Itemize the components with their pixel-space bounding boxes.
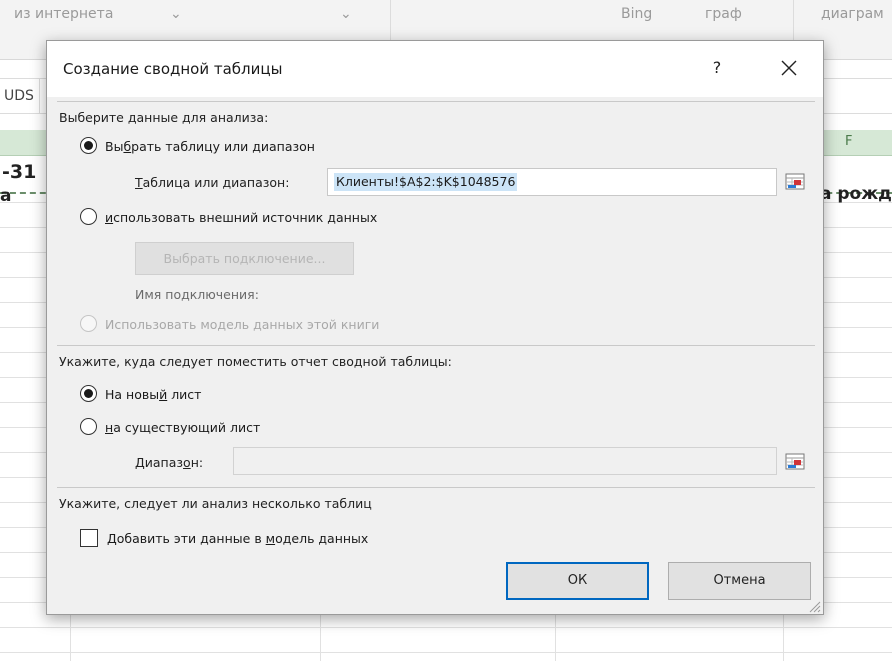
radio-external-source-label[interactable]: использовать внешний источник данных	[105, 210, 377, 225]
radio-select-table-label[interactable]: Выбрать таблицу или диапазон	[105, 139, 315, 154]
ribbon-from-internet[interactable]: из интернета	[14, 6, 113, 22]
resize-grip-icon[interactable]	[807, 598, 821, 613]
column-header-f[interactable]: F	[845, 134, 852, 149]
ok-button[interactable]: ОК	[506, 562, 649, 600]
cell-f-header-text: а рожд	[820, 184, 892, 204]
radio-data-model[interactable]	[80, 315, 97, 332]
connection-name-label: Имя подключения:	[135, 287, 259, 302]
section-label-data: Выберите данные для анализа:	[59, 110, 269, 125]
radio-existing-sheet-label[interactable]: на существующий лист	[105, 420, 260, 435]
close-icon	[781, 60, 797, 76]
table-range-input[interactable]: Клиенты!$A$2:$K$1048576	[327, 168, 777, 196]
radio-data-model-label[interactable]: Использовать модель данных этой книги	[105, 317, 379, 332]
cell-a-header-text: а	[0, 186, 12, 206]
collapse-range-button[interactable]	[784, 171, 806, 193]
ribbon-bing[interactable]: Bing	[621, 6, 652, 22]
table-range-label: Таблица или диапазон:	[135, 175, 290, 190]
help-button[interactable]: ?	[702, 51, 732, 85]
radio-existing-sheet[interactable]	[80, 418, 97, 435]
create-pivot-table-dialog: Создание сводной таблицы ? Выберите данн…	[46, 40, 824, 615]
chevron-down-icon: ⌄	[340, 6, 352, 22]
radio-select-table[interactable]	[80, 137, 97, 154]
choose-connection-button[interactable]: Выбрать подключение...	[135, 242, 354, 275]
range-select-icon	[785, 453, 805, 470]
add-to-data-model-label[interactable]: Добавить эти данные в модель данных	[107, 531, 368, 546]
add-to-data-model-checkbox[interactable]	[80, 529, 98, 547]
radio-new-sheet-label[interactable]: На новый лист	[105, 387, 201, 402]
dialog-titlebar: Создание сводной таблицы ?	[47, 41, 823, 97]
location-range-label: Диапазон:	[135, 455, 204, 470]
radio-external-source[interactable]	[80, 208, 97, 225]
cancel-button[interactable]: Отмена	[668, 562, 811, 600]
ribbon-diagram[interactable]: диаграм	[821, 6, 884, 22]
range-select-icon	[785, 173, 805, 190]
location-range-input[interactable]	[233, 447, 777, 475]
radio-new-sheet[interactable]	[80, 385, 97, 402]
collapse-location-button[interactable]	[784, 451, 806, 473]
cell-row-number: -31	[2, 161, 37, 183]
section-label-location: Укажите, куда следует поместить отчет св…	[59, 354, 452, 369]
chevron-down-icon: ⌄	[170, 6, 182, 22]
ribbon-graph[interactable]: граф	[705, 6, 742, 22]
dialog-title: Создание сводной таблицы	[63, 60, 283, 78]
name-box[interactable]: UDS	[0, 79, 40, 113]
close-button[interactable]	[772, 51, 806, 85]
section-label-multiple: Укажите, следует ли анализ несколько таб…	[59, 496, 372, 511]
